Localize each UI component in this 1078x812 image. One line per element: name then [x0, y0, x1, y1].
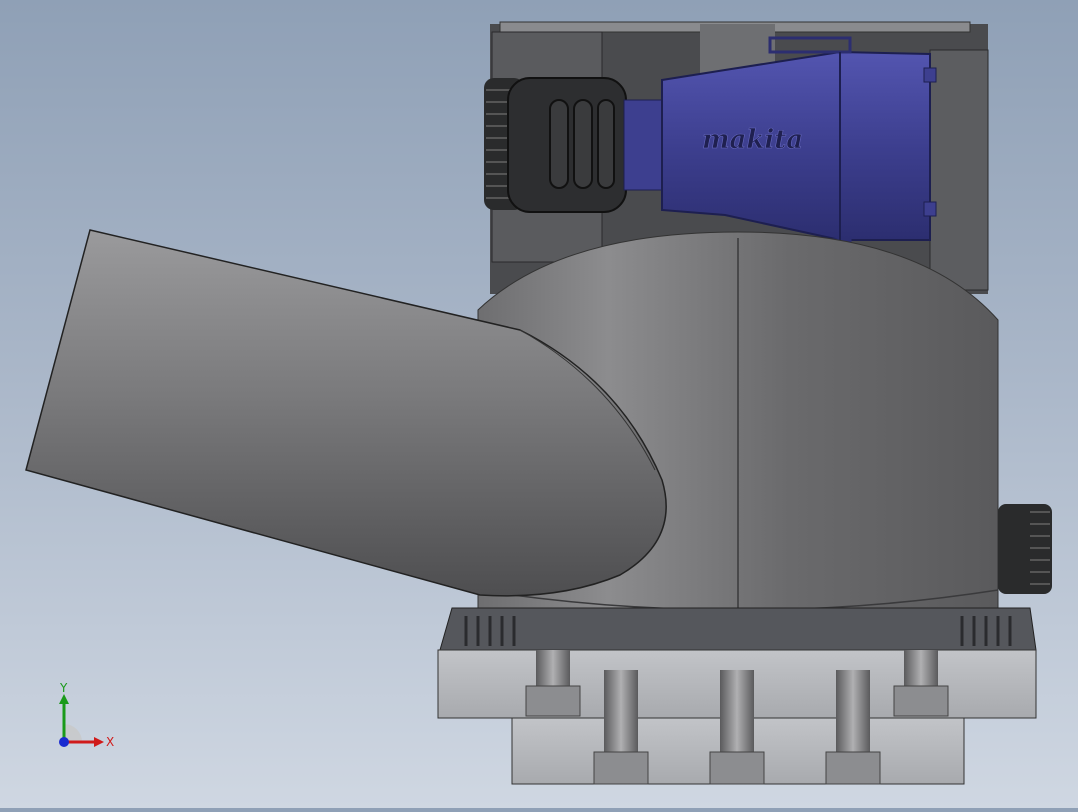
z-axis-dot — [59, 737, 69, 747]
x-axis-label: X — [106, 735, 114, 749]
base-ring — [439, 607, 1037, 651]
y-axis-label: Y — [59, 681, 68, 695]
brand-logo: makita — [702, 125, 803, 155]
axis-triad: Y X — [40, 680, 130, 760]
depth-knob-left — [484, 77, 627, 213]
router-model: makita — [25, 21, 1052, 785]
cad-viewport[interactable]: makita — [0, 0, 1078, 808]
depth-knob-right — [998, 504, 1052, 594]
